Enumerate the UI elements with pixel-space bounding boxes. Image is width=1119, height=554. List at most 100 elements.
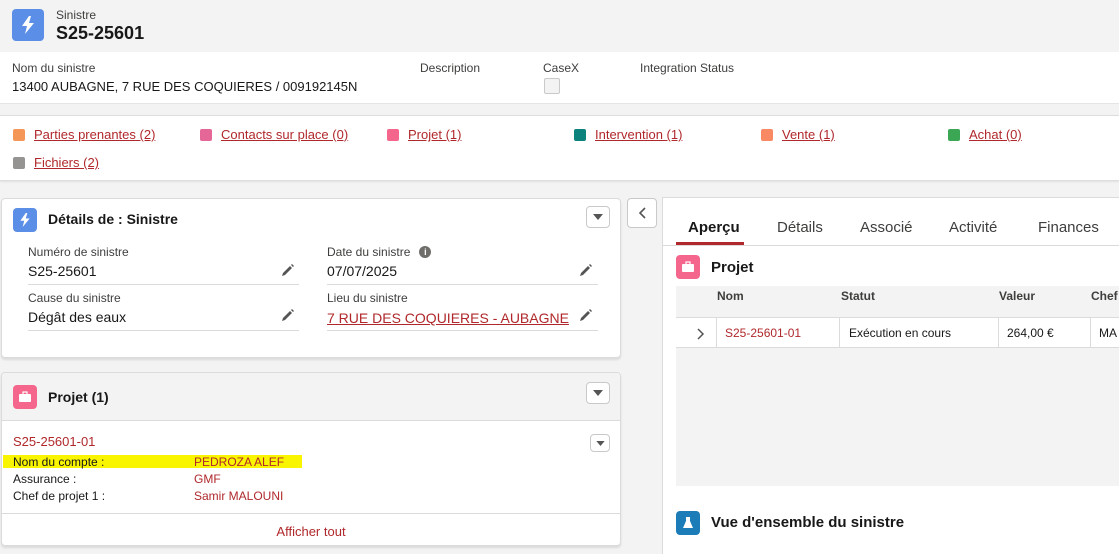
lieu-sinistre-link[interactable]: 7 RUE DES COQUIERES - AUBAGNE: [327, 310, 569, 326]
column-header-nom[interactable]: Nom: [717, 289, 744, 303]
chef-projet-label: Chef de projet 1 :: [13, 489, 106, 503]
tab-finances[interactable]: Finances: [1038, 219, 1099, 236]
tab-bar-divider: [663, 245, 1119, 246]
lieu-sinistre-label: Lieu du sinistre: [327, 291, 408, 305]
related-link-label[interactable]: Vente (1): [782, 127, 835, 142]
divider: [327, 284, 598, 285]
casex-checkbox[interactable]: [544, 78, 560, 94]
details-card: Détails de : Sinistre Numéro de sinistre…: [1, 198, 621, 358]
fichiers-icon: [13, 156, 25, 169]
description-label: Description: [420, 61, 481, 75]
related-quick-links: Parties prenantes (2) Contacts sur place…: [0, 115, 1119, 181]
edit-date-icon[interactable]: [579, 263, 593, 277]
column-header-valeur[interactable]: Valeur: [999, 289, 1035, 303]
record-object-label: Sinistre: [56, 8, 97, 22]
collapse-panel-button[interactable]: [627, 198, 657, 228]
date-sinistre-label-text: Date du sinistre: [327, 245, 411, 259]
projet-row-valeur: 264,00 €: [1007, 326, 1054, 340]
tab-associe[interactable]: Associé: [860, 219, 913, 236]
nom-sinistre-label: Nom du sinistre: [12, 61, 96, 75]
divider: [327, 330, 598, 331]
chevron-down-icon: [595, 440, 605, 446]
overview-section-title: Vue d'ensemble du sinistre: [711, 514, 905, 531]
details-card-title: Détails de : Sinistre: [48, 211, 178, 227]
highlights-panel: Nom du sinistre 13400 AUBAGNE, 7 RUE DES…: [0, 52, 1119, 104]
projet-record-link[interactable]: S25-25601-01: [13, 434, 95, 449]
chevron-right-icon[interactable]: [697, 328, 705, 340]
projet-section-title: Projet: [711, 259, 754, 276]
parties-prenantes-icon: [13, 128, 25, 141]
related-link-projet[interactable]: Projet (1): [387, 127, 461, 142]
date-sinistre-value: 07/07/2025: [327, 263, 398, 279]
related-link-label[interactable]: Projet (1): [408, 127, 461, 142]
briefcase-icon: [676, 255, 700, 279]
details-card-menu-button[interactable]: [586, 206, 610, 228]
page-title: S25-25601: [56, 23, 145, 43]
chevron-left-icon: [638, 207, 646, 219]
cause-sinistre-value: Dégât des eaux: [28, 309, 127, 325]
cell-divider: [1090, 318, 1091, 347]
column-header-chef[interactable]: Chef: [1091, 289, 1118, 303]
projet-table: Nom Statut Valeur Chef S25-25601-01 Exéc…: [676, 286, 1119, 486]
assurance-value: GMF: [194, 472, 221, 486]
cell-divider: [716, 318, 717, 347]
related-link-intervention[interactable]: Intervention (1): [574, 127, 682, 142]
projet-row-chef: MA: [1099, 326, 1117, 340]
related-link-label[interactable]: Fichiers (2): [34, 155, 99, 170]
edit-lieu-icon[interactable]: [579, 308, 593, 322]
divider: [2, 513, 620, 514]
achat-icon: [948, 128, 960, 141]
related-link-vente[interactable]: Vente (1): [761, 127, 835, 142]
projet-card-menu-button[interactable]: [586, 382, 610, 404]
chevron-down-icon: [593, 390, 603, 396]
projet-icon: [387, 128, 399, 141]
nom-compte-label: Nom du compte :: [13, 455, 105, 469]
cell-divider: [839, 318, 840, 347]
projet-related-card: Projet (1) S25-25601-01 Nom du compte : …: [1, 372, 621, 546]
tab-apercu[interactable]: Aperçu: [688, 219, 740, 236]
view-all-link[interactable]: Afficher tout: [2, 524, 620, 539]
info-icon[interactable]: i: [419, 246, 432, 258]
intervention-icon: [574, 128, 586, 141]
tab-details[interactable]: Détails: [777, 219, 823, 236]
divider: [28, 284, 299, 285]
integration-status-label: Integration Status: [640, 61, 735, 75]
flask-icon: [676, 511, 700, 535]
projet-row-menu-button[interactable]: [590, 434, 610, 452]
casex-label: CaseX: [543, 61, 580, 75]
chef-projet-value: Samir MALOUNI: [194, 489, 284, 503]
nom-compte-value: PEDROZA ALEF: [194, 455, 285, 469]
tab-activite[interactable]: Activité: [949, 219, 997, 236]
related-link-contacts[interactable]: Contacts sur place (0): [200, 127, 348, 142]
right-tab-panel: Aperçu Détails Associé Activité Finances…: [662, 197, 1119, 554]
projet-row-statut: Exécution en cours: [849, 326, 952, 340]
column-header-statut[interactable]: Statut: [841, 289, 875, 303]
projet-card-title: Projet (1): [48, 389, 109, 405]
lightning-icon: [12, 9, 44, 41]
related-link-parties-prenantes[interactable]: Parties prenantes (2): [13, 127, 155, 142]
numero-sinistre-value: S25-25601: [28, 263, 97, 279]
contacts-icon: [200, 128, 212, 141]
related-link-fichiers[interactable]: Fichiers (2): [13, 155, 99, 170]
related-link-label[interactable]: Parties prenantes (2): [34, 127, 155, 142]
related-link-achat[interactable]: Achat (0): [948, 127, 1022, 142]
cause-sinistre-label: Cause du sinistre: [28, 291, 121, 305]
lightning-icon: [13, 208, 37, 232]
projet-row-link[interactable]: S25-25601-01: [725, 326, 801, 340]
vente-icon: [761, 128, 773, 141]
table-row: S25-25601-01 Exécution en cours 264,00 €…: [676, 317, 1119, 348]
numero-sinistre-label: Numéro de sinistre: [28, 245, 129, 259]
cell-divider: [998, 318, 999, 347]
nom-sinistre-value: 13400 AUBAGNE, 7 RUE DES COQUIERES / 009…: [12, 79, 358, 94]
related-link-label[interactable]: Achat (0): [969, 127, 1022, 142]
related-link-label[interactable]: Contacts sur place (0): [221, 127, 348, 142]
divider: [28, 330, 299, 331]
edit-numero-icon[interactable]: [281, 263, 295, 277]
record-header: Sinistre S25-25601: [0, 0, 1119, 52]
briefcase-icon: [13, 385, 37, 409]
related-link-label[interactable]: Intervention (1): [595, 127, 682, 142]
assurance-label: Assurance :: [13, 472, 77, 486]
chevron-down-icon: [593, 214, 603, 220]
edit-cause-icon[interactable]: [281, 308, 295, 322]
date-sinistre-label: Date du sinistre i: [327, 245, 432, 259]
